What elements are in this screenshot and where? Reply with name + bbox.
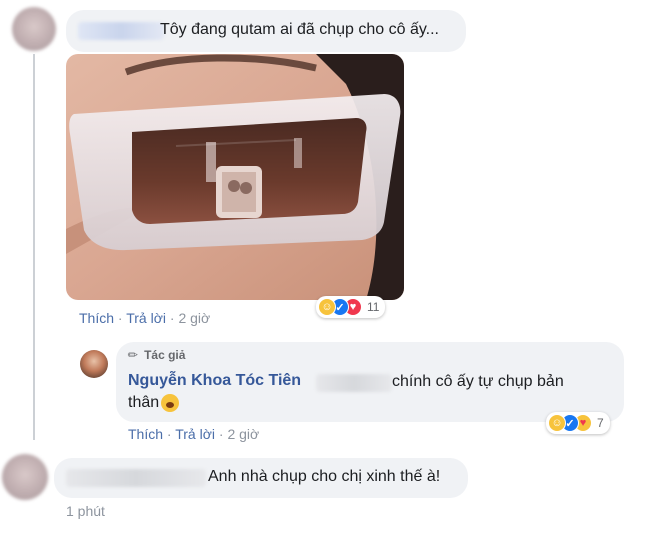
commenter-name-blurred[interactable] [78, 22, 164, 40]
comment-actions: Thích · Trả lời · 2 giờ [79, 310, 210, 326]
separator-dot: · [117, 310, 127, 326]
comment-text: Tôy đang qutam ai đã chụp cho cô ấy... [160, 21, 439, 38]
commenter-name-blurred[interactable] [66, 469, 206, 487]
thread-line [33, 54, 35, 440]
tagged-name-blurred[interactable] [316, 374, 392, 392]
reply-link[interactable]: Trả lời [126, 310, 166, 326]
like-link[interactable]: Thích [79, 310, 114, 326]
pencil-icon: ✎ [124, 346, 142, 364]
comment-time[interactable]: 2 giờ [178, 310, 210, 326]
author-avatar[interactable] [80, 350, 108, 378]
reply-bubble: ✎ Tác giả Nguyễn Khoa Tóc Tiên chính cô ấ… [116, 342, 624, 422]
reply-link[interactable]: Trả lời [175, 426, 215, 442]
reaction-count: 7 [597, 416, 604, 430]
sunglasses-photo [66, 54, 404, 300]
yawn-emoji-icon [161, 394, 180, 412]
reaction-summary[interactable]: ☺ ✓ ♥ 7 [546, 412, 610, 434]
commenter-avatar[interactable] [2, 454, 48, 500]
reply-author-name[interactable]: Nguyễn Khoa Tóc Tiên [128, 372, 301, 390]
haha-icon: ☺ [318, 298, 336, 316]
comment-photo[interactable] [66, 54, 404, 300]
comment-time[interactable]: 1 phút [66, 503, 105, 519]
like-link[interactable]: Thích [128, 426, 163, 442]
comment-bubble: Tôy đang qutam ai đã chụp cho cô ấy... [66, 10, 466, 52]
haha-icon: ☺ [548, 414, 566, 432]
author-badge: ✎ Tác giả [124, 346, 186, 364]
comment-text: Anh nhà chụp cho chị xinh thế à! [208, 468, 441, 485]
author-badge-label: Tác giả [144, 348, 186, 362]
reply-text-line2: thân [128, 394, 180, 412]
reply-time[interactable]: 2 giờ [227, 426, 259, 442]
reply-text-cont: thân [128, 394, 160, 411]
commenter-avatar[interactable] [12, 7, 56, 51]
comment-bubble: Anh nhà chụp cho chị xinh thế à! [54, 458, 468, 498]
separator-dot: · [166, 426, 176, 442]
reaction-count: 11 [367, 300, 380, 314]
reply-text: chính cô ấy tự chụp bản [392, 373, 564, 390]
reply-actions: Thích · Trả lời · 2 giờ [128, 426, 259, 442]
reaction-summary[interactable]: ☺ ✓ ♥ 11 [316, 296, 386, 318]
